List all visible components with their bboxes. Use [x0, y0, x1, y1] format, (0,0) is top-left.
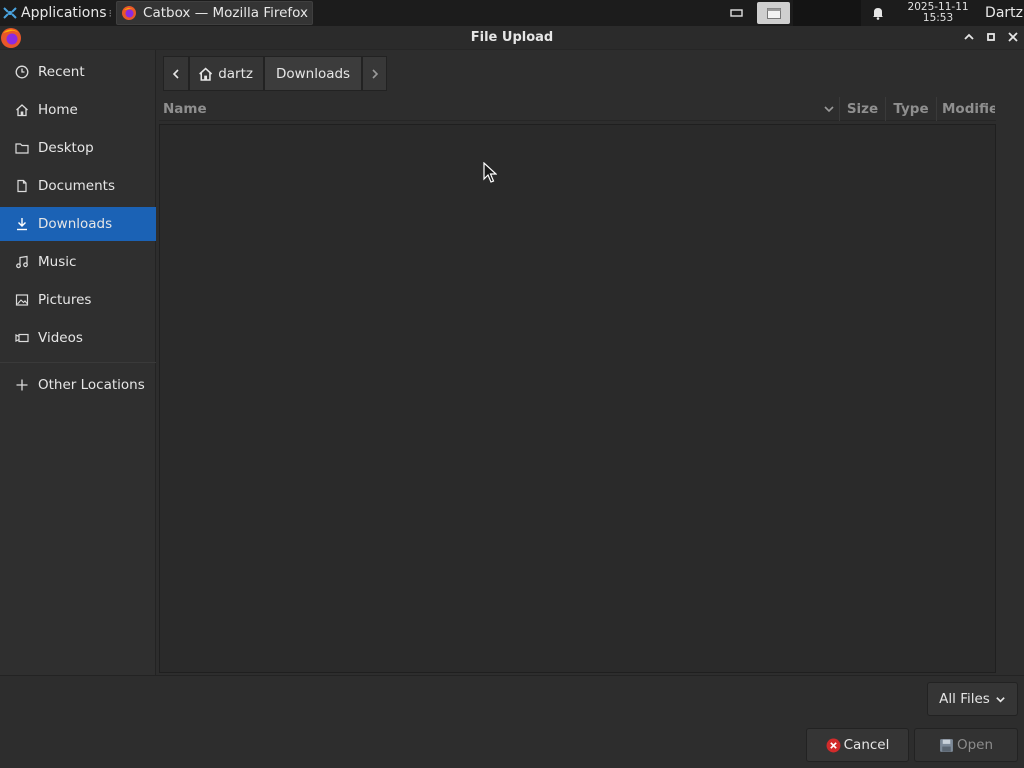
folder-icon: [14, 140, 30, 156]
open-button-label: Open: [956, 737, 994, 753]
cancel-button[interactable]: Cancel: [806, 728, 909, 762]
column-header-modified[interactable]: Modified: [937, 97, 995, 121]
workspace-2[interactable]: [793, 0, 828, 26]
column-header-name-label: Name: [163, 100, 207, 117]
maximize-up-button[interactable]: [962, 30, 976, 44]
column-header-type-label: Type: [893, 100, 929, 117]
sidebar-divider: [0, 362, 156, 363]
sidebar-item-home[interactable]: Home: [0, 93, 156, 127]
path-crumb-downloads[interactable]: Downloads: [264, 56, 362, 91]
picture-icon: [14, 292, 30, 308]
close-button[interactable]: [1006, 30, 1020, 44]
sidebar-item-music[interactable]: Music: [0, 245, 156, 279]
sidebar-item-label: Documents: [38, 178, 115, 194]
chevron-down-icon: [824, 105, 834, 112]
path-crumb-home-label: dartz: [218, 65, 253, 82]
sidebar-item-downloads[interactable]: Downloads: [0, 207, 156, 241]
open-button[interactable]: Open: [914, 728, 1018, 762]
sidebar-item-videos[interactable]: Videos: [0, 321, 156, 355]
sidebar-item-label: Recent: [38, 64, 85, 80]
sidebar-item-label: Pictures: [38, 292, 92, 308]
applications-menu-icon: [3, 7, 17, 19]
footer-divider: [0, 675, 1024, 676]
path-bar: dartz Downloads: [163, 56, 387, 91]
sidebar-item-label: Other Locations: [38, 377, 145, 393]
bell-icon: [873, 8, 884, 20]
sidebar-item-label: Downloads: [38, 216, 113, 232]
dialog-title: File Upload: [470, 30, 554, 45]
column-header-size-label: Size: [846, 100, 879, 117]
column-header-size[interactable]: Size: [840, 96, 886, 121]
window-controls: [962, 30, 1020, 44]
file-type-filter[interactable]: All Files: [927, 682, 1018, 716]
path-back-button[interactable]: [163, 56, 189, 91]
sidebar-item-documents[interactable]: Documents: [0, 169, 156, 203]
user-menu[interactable]: Dartz: [985, 5, 1023, 21]
dialog-titlebar: File Upload: [0, 26, 1024, 50]
system-tray: 2025-11-11 15:53 Dartz: [720, 0, 1024, 26]
sidebar-item-other-locations[interactable]: Other Locations: [0, 368, 156, 402]
document-icon: [14, 178, 30, 194]
plus-icon: [14, 377, 30, 393]
path-crumb-current-label: Downloads: [275, 65, 351, 82]
notifications-button[interactable]: [861, 0, 895, 26]
firefox-icon: [122, 6, 137, 20]
cancel-button-label: Cancel: [843, 737, 890, 753]
file-list[interactable]: [159, 124, 996, 673]
video-icon: [14, 330, 30, 346]
save-disk-icon: [940, 738, 953, 752]
workspace-3[interactable]: [827, 0, 862, 26]
column-header-type[interactable]: Type: [886, 96, 937, 121]
restore-icon: [987, 33, 995, 41]
file-type-filter-value: All Files: [939, 691, 990, 707]
sidebar-item-label: Home: [38, 102, 78, 118]
sidebar-item-label: Videos: [38, 330, 83, 346]
sidebar-item-pictures[interactable]: Pictures: [0, 283, 156, 317]
clock-icon: [14, 64, 30, 80]
home-icon: [199, 67, 213, 81]
restore-button[interactable]: [984, 30, 998, 44]
sidebar-item-recent[interactable]: Recent: [0, 55, 156, 89]
applications-menu-label: Applications: [21, 5, 107, 21]
window-minimize-icon: [730, 9, 743, 17]
chevron-up-icon: [964, 33, 974, 40]
column-header-name[interactable]: Name: [159, 96, 840, 121]
clock-time: 15:53: [922, 12, 954, 24]
workspace-window-icon: [766, 7, 781, 19]
download-icon: [14, 216, 30, 232]
taskbar-window-title: Catbox — Mozilla Firefox: [143, 5, 308, 21]
applications-menu[interactable]: Applications ⁝: [0, 0, 112, 26]
sidebar-item-label: Desktop: [38, 140, 94, 156]
music-icon: [14, 254, 30, 270]
panel-separator: ⁝: [108, 6, 113, 20]
clock[interactable]: 2025-11-11 15:53: [899, 2, 977, 24]
places-sidebar: Recent Home Desktop Documents Downloads …: [0, 50, 156, 675]
sidebar-item-label: Music: [38, 254, 77, 270]
chevron-left-icon: [172, 68, 179, 79]
chevron-right-icon: [371, 68, 378, 79]
close-icon: [1008, 32, 1018, 42]
taskbar-window-firefox[interactable]: Catbox — Mozilla Firefox: [116, 1, 314, 25]
file-list-header: Name Size Type Modified: [159, 96, 996, 121]
workspace-1[interactable]: [757, 2, 791, 24]
show-desktop-button[interactable]: [720, 0, 754, 26]
mouse-cursor-icon: [483, 162, 497, 183]
column-header-modified-label: Modified: [942, 100, 995, 117]
chevron-down-icon: [996, 696, 1005, 703]
home-icon: [14, 102, 30, 118]
sidebar-item-desktop[interactable]: Desktop: [0, 131, 156, 165]
cancel-icon: [826, 738, 841, 752]
path-forward-button[interactable]: [362, 56, 387, 91]
path-crumb-home[interactable]: dartz: [189, 56, 264, 91]
top-panel: Applications ⁝ Catbox — Mozilla Firefox: [0, 0, 1024, 26]
file-list-scrollbar[interactable]: [996, 97, 1022, 673]
